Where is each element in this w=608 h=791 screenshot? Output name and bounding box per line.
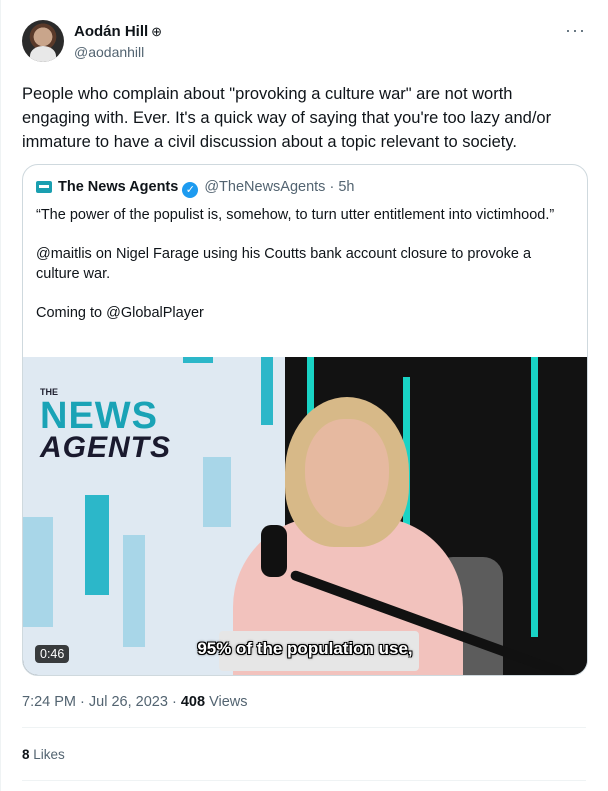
teal-light-strip	[531, 357, 538, 637]
quoted-tweet[interactable]: The News Agents ✓ @TheNewsAgents · 5h “The…	[22, 164, 588, 676]
backdrop-bar	[261, 357, 273, 425]
tweet-time[interactable]: 7:24 PM	[22, 694, 76, 710]
backdrop-bar	[203, 457, 231, 527]
divider	[22, 727, 586, 728]
quoted-tweet-text: “The power of the populist is, somehow, …	[36, 205, 566, 341]
logo-agents: AGENTS	[40, 431, 172, 464]
quoted-tweet-header: The News Agents ✓ @TheNewsAgents · 5h	[36, 179, 354, 198]
left-border	[0, 0, 1, 791]
quote-paragraph-2: @maitlis on Nigel Farage using his Coutt…	[36, 245, 532, 283]
divider	[22, 780, 586, 781]
likes-label: Likes	[33, 747, 65, 762]
video-subtitle: 95% of the population use,	[197, 639, 413, 658]
tweet-date[interactable]: Jul 26, 2023	[89, 694, 168, 710]
backdrop-bar	[85, 495, 109, 595]
microphone	[261, 525, 287, 577]
affiliate-badge-icon: ⊕	[151, 24, 163, 39]
author-name-row[interactable]: Aodán Hill ⊕	[74, 23, 162, 40]
quoted-author-name[interactable]: The News Agents	[58, 179, 178, 195]
author-name[interactable]: Aodán Hill	[74, 23, 148, 40]
tweet-metadata: 7:24 PM · Jul 26, 2023 · 408 Views	[22, 694, 247, 710]
video-player[interactable]: THE NEWS AGENTS 95% of the population us…	[23, 357, 587, 675]
backdrop-bar	[183, 357, 213, 363]
views-count: 408	[180, 694, 206, 710]
avatar[interactable]	[22, 20, 64, 62]
more-options-icon[interactable]: ···	[565, 20, 586, 41]
quote-paragraph-3: Coming to @GlobalPlayer	[36, 304, 204, 321]
quote-paragraph-1: “The power of the populist is, somehow, …	[36, 207, 555, 223]
presenter-face	[305, 419, 389, 527]
meta-dot: ·	[80, 694, 85, 710]
author-handle[interactable]: @aodanhill	[74, 44, 144, 60]
quoted-tweet-time[interactable]: 5h	[338, 179, 354, 195]
backdrop-bar	[23, 517, 53, 627]
news-agents-logo-icon	[36, 181, 52, 194]
tweet-text: People who complain about "provoking a c…	[22, 85, 552, 151]
views-label: Views	[209, 694, 248, 710]
quoted-author-handle[interactable]: @TheNewsAgents	[204, 179, 325, 195]
likes-stat[interactable]: 8 Likes	[22, 747, 65, 762]
video-duration-badge: 0:46	[35, 645, 70, 663]
separator-dot: ·	[329, 179, 335, 195]
likes-count: 8	[22, 747, 30, 762]
meta-dot: ·	[171, 694, 177, 710]
tweet-header: Aodán Hill ⊕ @aodanhill ···	[22, 20, 590, 64]
verified-icon: ✓	[182, 182, 199, 198]
backdrop-bar	[123, 535, 145, 647]
